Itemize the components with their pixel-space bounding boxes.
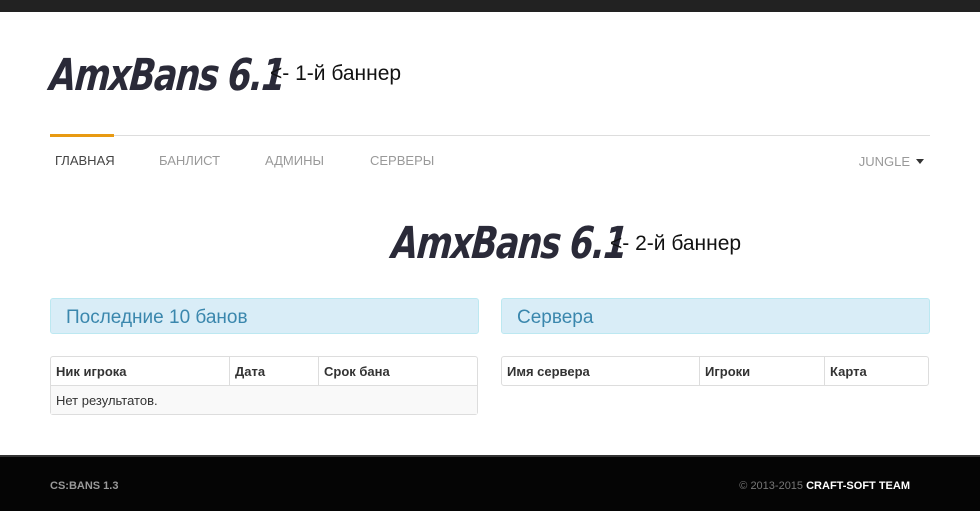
column-header-players[interactable]: Игроки [699,357,824,385]
nav-divider-right [860,135,930,136]
column-header-server-name[interactable]: Имя сервера [502,357,699,385]
footer-copyright: © 2013-2015 CRAFT-SOFT TEAM [739,480,910,492]
servers-panel-title: Сервера [517,307,594,328]
column-header-player[interactable]: Ник игрока [51,357,229,385]
bans-panel-heading: Последние 10 банов [50,298,479,334]
banner-1: AmxBans 6.1 <- 1-й баннер [48,44,401,108]
amxbans-logo[interactable]: AmxBans 6.1 [48,50,286,101]
copyright-text: © 2013-2015 [739,480,804,492]
caret-down-icon [916,158,924,164]
column-header-map[interactable]: Карта [824,357,928,385]
table-row: Нет результатов. [51,385,477,414]
table-header-row: Ник игрока Дата Срок бана [51,357,477,385]
nav-item-home[interactable]: ГЛАВНАЯ [55,153,115,168]
servers-table: Имя сервера Игроки Карта [501,356,929,386]
theme-dropdown-label: JUNGLE [858,154,910,169]
banner-1-note: <- 1-й баннер [270,62,402,85]
craft-soft-link[interactable]: CRAFT-SOFT TEAM [806,480,910,492]
servers-panel-heading: Сервера [501,298,930,334]
top-bar [0,0,980,12]
table-header-row: Имя сервера Игроки Карта [502,357,928,385]
nav-item-banlist[interactable]: БАНЛИСТ [159,153,220,168]
column-header-date[interactable]: Дата [229,357,318,385]
banner-2-note: <- 2-й баннер [610,232,742,255]
nav-item-admins[interactable]: АДМИНЫ [265,153,324,168]
amxbans-logo-2[interactable]: AmxBans 6.1 [390,218,628,269]
bans-table: Ник игрока Дата Срок бана Нет результато… [50,356,478,415]
nav-item-servers[interactable]: СЕРВЕРЫ [370,153,434,168]
nav-divider [114,135,860,136]
bans-panel-title: Последние 10 банов [66,307,248,328]
nav-active-indicator [50,134,114,137]
footer-version: CS:BANS 1.3 [50,480,119,492]
main-navbar: ГЛАВНАЯ БАНЛИСТ АДМИНЫ СЕРВЕРЫ JUNGLE [50,134,930,187]
empty-results: Нет результатов. [51,385,477,414]
column-header-ban-length[interactable]: Срок бана [318,357,477,385]
footer: CS:BANS 1.3 © 2013-2015 CRAFT-SOFT TEAM [0,455,980,511]
theme-dropdown[interactable]: JUNGLE [859,154,924,169]
